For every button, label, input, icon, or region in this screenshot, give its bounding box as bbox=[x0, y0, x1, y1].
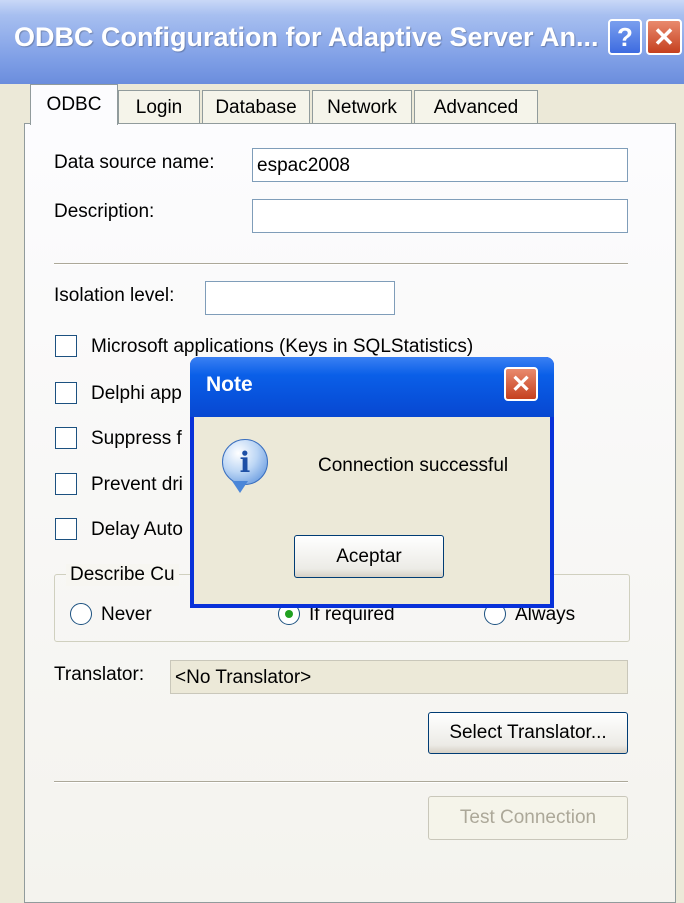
radio-never[interactable] bbox=[70, 603, 92, 625]
checkbox-label: Microsoft applications (Keys in SQLStati… bbox=[91, 336, 474, 357]
translator-label: Translator: bbox=[54, 664, 145, 685]
translator-field: <No Translator> bbox=[170, 660, 628, 694]
dsn-input[interactable]: espac2008 bbox=[252, 148, 628, 182]
isolation-input[interactable] bbox=[205, 281, 395, 315]
tab-odbc[interactable]: ODBC bbox=[30, 84, 118, 125]
checkbox-delphi[interactable] bbox=[55, 382, 77, 404]
info-icon: i bbox=[222, 439, 268, 485]
select-translator-button[interactable]: Select Translator... bbox=[428, 712, 628, 754]
test-connection-button[interactable]: Test Connection bbox=[428, 796, 628, 840]
info-icon-tail bbox=[232, 481, 248, 493]
checkbox-label: Delay Auto bbox=[91, 519, 183, 540]
aceptar-button[interactable]: Aceptar bbox=[294, 535, 444, 578]
note-dialog: Note ✕ i Connection successful Aceptar bbox=[190, 357, 554, 608]
checkbox-delay[interactable] bbox=[55, 518, 77, 540]
separator bbox=[54, 781, 628, 783]
close-icon: ✕ bbox=[653, 21, 675, 52]
note-message: Connection successful bbox=[318, 455, 509, 476]
help-icon: ? bbox=[617, 21, 633, 52]
separator bbox=[54, 263, 628, 265]
description-input[interactable] bbox=[252, 199, 628, 233]
checkbox-suppress[interactable] bbox=[55, 427, 77, 449]
checkbox-microsoft-apps[interactable] bbox=[55, 335, 77, 357]
note-title: Note bbox=[206, 373, 253, 396]
radio-label: Never bbox=[101, 604, 152, 625]
checkbox-prevent[interactable] bbox=[55, 473, 77, 495]
window-title: ODBC Configuration for Adaptive Server A… bbox=[14, 22, 599, 52]
title-bar: ODBC Configuration for Adaptive Server A… bbox=[0, 0, 684, 84]
info-icon-glyph: i bbox=[239, 445, 251, 479]
close-icon: ✕ bbox=[510, 370, 532, 398]
group-title: Describe Cu bbox=[66, 564, 179, 586]
note-body: i Connection successful Aceptar bbox=[194, 417, 550, 604]
help-button[interactable]: ? bbox=[608, 19, 642, 55]
radio-selected-dot bbox=[285, 610, 293, 618]
tab-database[interactable]: Database bbox=[202, 90, 310, 124]
tab-login[interactable]: Login bbox=[118, 90, 200, 124]
note-close-button[interactable]: ✕ bbox=[504, 367, 538, 401]
checkbox-label: Suppress f bbox=[91, 428, 182, 449]
description-label: Description: bbox=[54, 201, 155, 222]
note-title-bar: Note ✕ bbox=[190, 357, 554, 417]
close-button[interactable]: ✕ bbox=[646, 19, 682, 55]
tab-advanced[interactable]: Advanced bbox=[414, 90, 538, 124]
dsn-label: Data source name: bbox=[54, 152, 215, 173]
isolation-label: Isolation level: bbox=[54, 285, 175, 306]
tab-network[interactable]: Network bbox=[312, 90, 412, 124]
checkbox-label: Delphi app bbox=[91, 383, 182, 404]
checkbox-label: Prevent dri bbox=[91, 474, 183, 495]
